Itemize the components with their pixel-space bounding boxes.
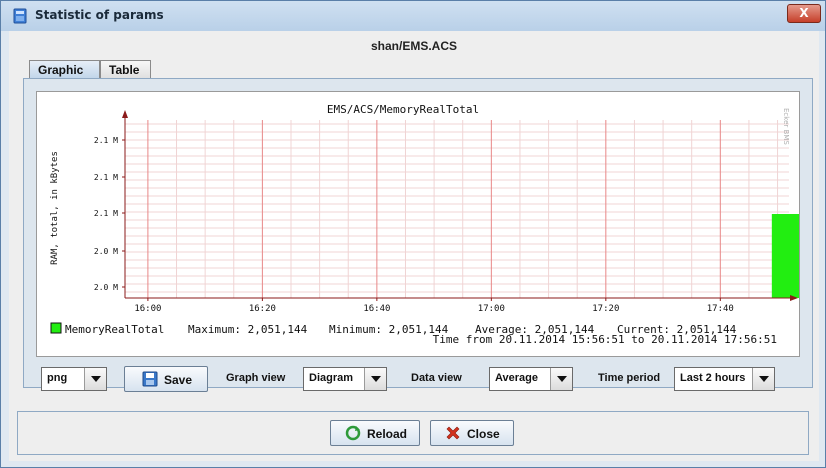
close-button-label: Close <box>467 427 500 441</box>
graph-view-select-value: Diagram <box>309 372 354 384</box>
legend-swatch <box>50 322 62 334</box>
graph-view-select[interactable]: Diagram <box>303 367 387 391</box>
y-tick-label: 2.1 M <box>94 173 118 182</box>
data-view-label: Data view <box>411 372 462 384</box>
format-select-value: png <box>47 372 68 384</box>
window-close-button[interactable]: X <box>787 4 821 23</box>
x-tick-label: 17:00 <box>478 304 505 314</box>
window-title: Statistic of params <box>35 8 164 22</box>
footer-panel: Reload Close <box>17 411 809 455</box>
reload-button[interactable]: Reload <box>330 420 420 446</box>
format-select[interactable]: png <box>41 367 107 391</box>
chevron-down-icon[interactable] <box>84 368 106 390</box>
y-tick-label: 2.1 M <box>94 136 118 145</box>
floppy-disk-icon <box>142 371 158 387</box>
chart-svg: 16:00 16:20 16:40 17:00 17:20 17:40 2.0 M 2.0 M… <box>50 103 799 346</box>
close-button[interactable]: Close <box>430 420 514 446</box>
save-button-label: Save <box>164 373 193 387</box>
chevron-down-icon[interactable] <box>550 368 572 390</box>
x-tick-label: 16:00 <box>134 304 161 314</box>
time-period-select-value: Last 2 hours <box>680 372 746 384</box>
reload-button-label: Reload <box>367 427 408 441</box>
save-button[interactable]: Save <box>124 366 208 392</box>
y-tick-label: 2.0 M <box>94 247 118 256</box>
data-view-select-value: Average <box>495 372 539 384</box>
controls-bar: png Save Graph view Diagram Data view Av… <box>23 364 813 396</box>
graph-view-label: Graph view <box>226 372 286 384</box>
chevron-down-icon[interactable] <box>364 368 386 390</box>
chart-bar <box>771 214 799 298</box>
tab-table[interactable]: Table <box>100 60 151 78</box>
graphic-panel: 16:00 16:20 16:40 17:00 17:20 17:40 2.0 M 2.0 M… <box>23 78 813 388</box>
x-tick-label: 16:20 <box>249 304 276 314</box>
legend-minimum: Minimum: 2,051,144 <box>329 323 449 336</box>
time-period-label: Time period <box>598 372 661 384</box>
tab-graphic[interactable]: Graphic <box>29 60 100 78</box>
x-tick-label: 16:40 <box>363 304 390 314</box>
x-tick-label: 17:40 <box>707 304 734 314</box>
data-view-select[interactable]: Average <box>489 367 573 391</box>
app-icon <box>13 8 27 24</box>
param-path: shan/EMS.ACS <box>370 39 457 53</box>
legend-maximum: Maximum: 2,051,144 <box>188 323 308 336</box>
title-bar[interactable]: Statistic of params X <box>1 1 825 31</box>
time-period-select[interactable]: Last 2 hours <box>674 367 775 391</box>
y-axis-label: RAM, total, in kBytes <box>50 151 60 265</box>
time-range: Time from 20.11.2014 15:56:51 to 20.11.2… <box>433 333 777 346</box>
y-tick-label: 2.0 M <box>94 283 118 292</box>
window-content: shan/EMS.ACS Graphic Table 16:00 16:20 16:… <box>9 31 819 461</box>
chevron-down-icon[interactable] <box>752 368 774 390</box>
chart-container: 16:00 16:20 16:40 17:00 17:20 17:40 2.0 M 2.0 M… <box>36 91 800 357</box>
close-icon <box>446 426 460 440</box>
chart-watermark: Ecker BMS <box>782 108 790 145</box>
y-tick-label: 2.1 M <box>94 209 118 218</box>
statistic-window: Statistic of params X shan/EMS.ACS Graph… <box>0 0 826 468</box>
x-tick-label: 17:20 <box>592 304 619 314</box>
chart-title: EMS/ACS/MemoryRealTotal <box>327 103 479 116</box>
legend-series-name: MemoryRealTotal <box>65 323 164 336</box>
refresh-icon <box>345 425 361 441</box>
